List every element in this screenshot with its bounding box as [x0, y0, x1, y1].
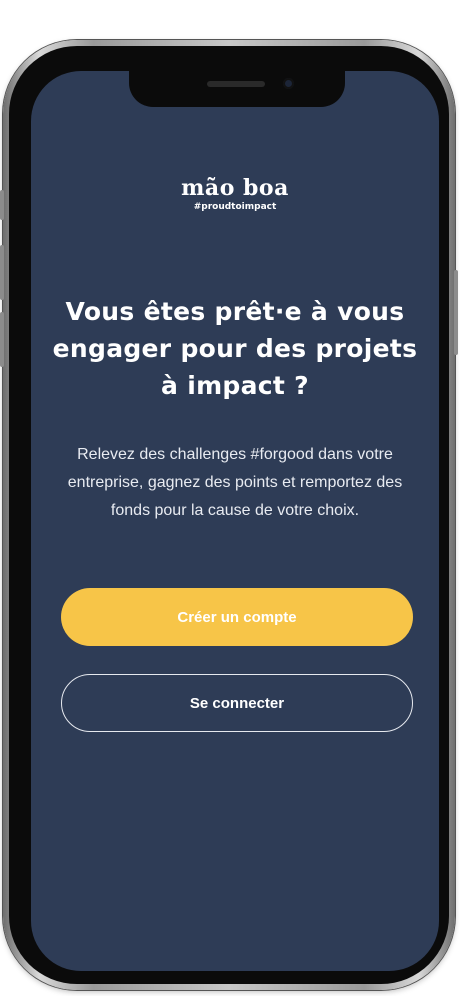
app-screen: mão boa #proudtoimpact Vous êtes prêt·e … [31, 71, 439, 971]
volume-down-button [0, 312, 4, 367]
create-account-button[interactable]: Créer un compte [61, 588, 413, 646]
onboarding-description: Relevez des challenges #forgood dans vot… [67, 446, 403, 519]
phone-frame: mão boa #proudtoimpact Vous êtes prêt·e … [0, 40, 458, 990]
silent-switch [0, 190, 4, 220]
login-button[interactable]: Se connecter [61, 674, 413, 732]
brand-logo: mão boa #proudtoimpact [31, 175, 439, 213]
phone-bezel: mão boa #proudtoimpact Vous êtes prêt·e … [9, 46, 449, 984]
speaker-grille [207, 81, 265, 87]
power-button [454, 270, 458, 355]
phone-notch [129, 71, 345, 107]
create-account-label: Créer un compte [177, 608, 297, 626]
onboarding-headline: Vous êtes prêt·e à vous engager pour des… [52, 297, 418, 400]
volume-up-button [0, 245, 4, 300]
front-camera-icon [283, 78, 294, 89]
brand-name: mão boa [181, 175, 289, 201]
login-label: Se connecter [189, 694, 285, 712]
brand-tagline: #proudtoimpact [193, 202, 277, 212]
